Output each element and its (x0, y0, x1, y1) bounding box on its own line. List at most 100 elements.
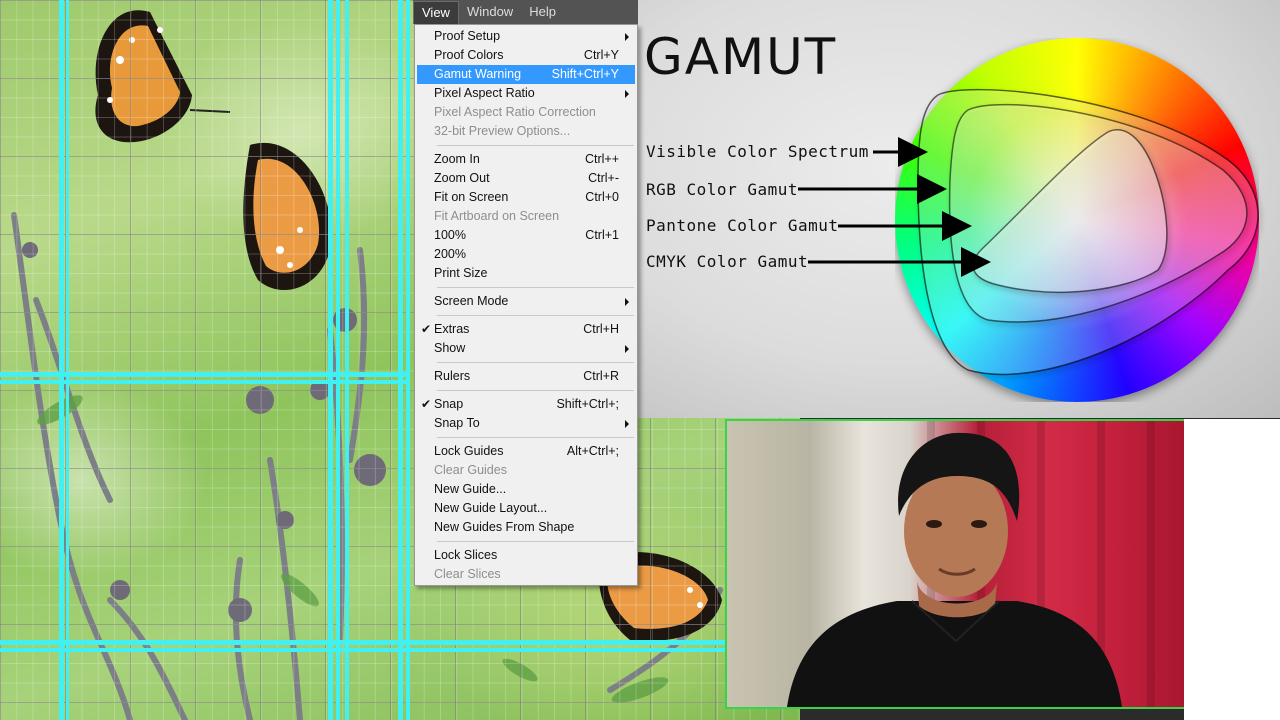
menu-item-shortcut: Ctrl+- (588, 171, 619, 185)
menu-item-proof-colors[interactable]: Proof Colors Ctrl+Y (417, 46, 635, 65)
menu-help[interactable]: Help (521, 1, 564, 23)
menu-item-label: New Guides From Shape (434, 520, 575, 534)
menu-item-label: Pixel Aspect Ratio Correction (434, 105, 596, 119)
menu-item-label: New Guide... (434, 482, 507, 496)
color-wheel (798, 38, 1259, 402)
menu-item-200[interactable]: 200% (417, 245, 635, 264)
menu-item-label: Snap To (434, 416, 480, 430)
menu-item-shortcut: Shift+Ctrl+Y (551, 67, 619, 81)
menu-item-snap[interactable]: ✔ Snap Shift+Ctrl+; (417, 395, 635, 414)
menu-item-label: 32-bit Preview Options... (434, 124, 571, 138)
menu-item-label: Snap (434, 397, 464, 411)
guide-vertical[interactable] (66, 0, 69, 720)
menu-item-extras[interactable]: ✔ Extras Ctrl+H (417, 320, 635, 339)
menu-item-label: Zoom Out (434, 171, 490, 185)
menu-item-proof-setup[interactable]: Proof Setup (417, 27, 635, 46)
menu-item-label: Fit on Screen (434, 190, 509, 204)
menu-item-label: Lock Guides (434, 444, 504, 458)
submenu-arrow-icon (625, 345, 629, 353)
menu-item-label: Rulers (434, 369, 471, 383)
menu-item-label: Fit Artboard on Screen (434, 209, 560, 223)
guide-horizontal[interactable] (0, 648, 800, 652)
guide-vertical[interactable] (59, 0, 64, 720)
guide-horizontal[interactable] (0, 372, 410, 377)
guide-vertical[interactable] (406, 0, 410, 720)
presenter (787, 432, 1122, 707)
webcam-overlay (725, 419, 1186, 709)
submenu-arrow-icon (625, 33, 629, 41)
menu-item-shortcut: Ctrl+H (583, 322, 619, 336)
menu-item-label: Print Size (434, 266, 488, 280)
menu-item-shortcut: Shift+Ctrl+; (556, 397, 619, 411)
menu-item-100[interactable]: 100% Ctrl+1 (417, 226, 635, 245)
menu-item-new-guides-from-shape[interactable]: New Guides From Shape (417, 518, 635, 537)
menu-item-rulers[interactable]: Rulers Ctrl+R (417, 367, 635, 386)
menu-item-new-guide-layout[interactable]: New Guide Layout... (417, 499, 635, 518)
menu-separator (437, 145, 634, 146)
menu-item-shortcut: Ctrl+0 (585, 190, 619, 204)
menu-item-show[interactable]: Show (417, 339, 635, 358)
menu-item-label: Clear Guides (434, 463, 507, 477)
menu-separator (437, 362, 634, 363)
menu-separator (437, 315, 634, 316)
menu-item-clear-guides: Clear Guides (417, 461, 635, 480)
label-cmyk-gamut: CMYK Color Gamut (646, 252, 809, 271)
menu-item-pixel-aspect-ratio-correction: Pixel Aspect Ratio Correction (417, 103, 635, 122)
guide-horizontal[interactable] (0, 380, 410, 384)
menu-item-shortcut: Ctrl++ (584, 152, 619, 166)
menu-item-snap-to[interactable]: Snap To (417, 414, 635, 433)
menu-item-shortcut: Ctrl+Y (583, 48, 619, 62)
menu-item-new-guide[interactable]: New Guide... (417, 480, 635, 499)
label-visible-spectrum: Visible Color Spectrum (646, 142, 869, 161)
menu-item-shortcut: Ctrl+1 (585, 228, 619, 242)
menu-item-label: Proof Setup (434, 29, 501, 43)
guide-vertical[interactable] (336, 0, 340, 720)
menu-item-label: Pixel Aspect Ratio (434, 86, 535, 100)
menu-item-clear-slices: Clear Slices (417, 565, 635, 584)
menu-item-label: Extras (434, 322, 470, 336)
menu-item-shortcut: Ctrl+R (583, 369, 619, 383)
guide-horizontal[interactable] (0, 640, 800, 645)
menu-item-lock-guides[interactable]: Lock Guides Alt+Ctrl+; (417, 442, 635, 461)
menu-window[interactable]: Window (459, 1, 521, 23)
menu-item-label: Screen Mode (434, 294, 509, 308)
menu-item-32-bit-preview-options: 32-bit Preview Options... (417, 122, 635, 141)
menu-item-shortcut: Alt+Ctrl+; (566, 444, 619, 458)
menu-item-label: Show (434, 341, 466, 355)
menu-view[interactable]: View (413, 0, 459, 24)
menu-item-zoom-in[interactable]: Zoom In Ctrl++ (417, 150, 635, 169)
menu-item-label: Lock Slices (434, 548, 498, 562)
menu-item-label: Zoom In (434, 152, 480, 166)
guide-vertical[interactable] (345, 0, 349, 720)
background-panel (1184, 419, 1280, 720)
menu-item-label: Gamut Warning (434, 67, 522, 81)
menu-item-print-size[interactable]: Print Size (417, 264, 635, 283)
gamut-diagram: GAMUT Visible Color Spectrum RGB Color G… (638, 0, 1280, 418)
menu-item-screen-mode[interactable]: Screen Mode (417, 292, 635, 311)
menu-item-label: Clear Slices (434, 567, 501, 581)
view-menu-dropdown: Proof Setup Proof Colors Ctrl+Y Gamut Warni… (414, 24, 638, 586)
menu-item-label: Proof Colors (434, 48, 504, 62)
menu-item-label: 200% (434, 247, 466, 261)
menu-item-gamut-warning[interactable]: Gamut Warning Shift+Ctrl+Y (417, 65, 635, 84)
menu-item-fit-artboard-on-screen: Fit Artboard on Screen (417, 207, 635, 226)
checkmark-icon: ✔ (421, 397, 432, 411)
submenu-arrow-icon (625, 298, 629, 306)
menu-separator (437, 437, 634, 438)
menu-item-zoom-out[interactable]: Zoom Out Ctrl+- (417, 169, 635, 188)
menu-item-pixel-aspect-ratio[interactable]: Pixel Aspect Ratio (417, 84, 635, 103)
menu-item-label: 100% (434, 228, 466, 242)
menu-separator (437, 541, 634, 542)
menu-separator (437, 390, 634, 391)
menu-item-fit-on-screen[interactable]: Fit on Screen Ctrl+0 (417, 188, 635, 207)
label-pantone-gamut: Pantone Color Gamut (646, 216, 839, 235)
submenu-arrow-icon (625, 90, 629, 98)
menu-separator (437, 287, 634, 288)
menu-item-label: New Guide Layout... (434, 501, 548, 515)
checkmark-icon: ✔ (421, 322, 432, 336)
menu-item-lock-slices[interactable]: Lock Slices (417, 546, 635, 565)
submenu-arrow-icon (625, 420, 629, 428)
label-rgb-gamut: RGB Color Gamut (646, 180, 798, 199)
guide-vertical[interactable] (328, 0, 333, 720)
guide-vertical[interactable] (398, 0, 403, 720)
